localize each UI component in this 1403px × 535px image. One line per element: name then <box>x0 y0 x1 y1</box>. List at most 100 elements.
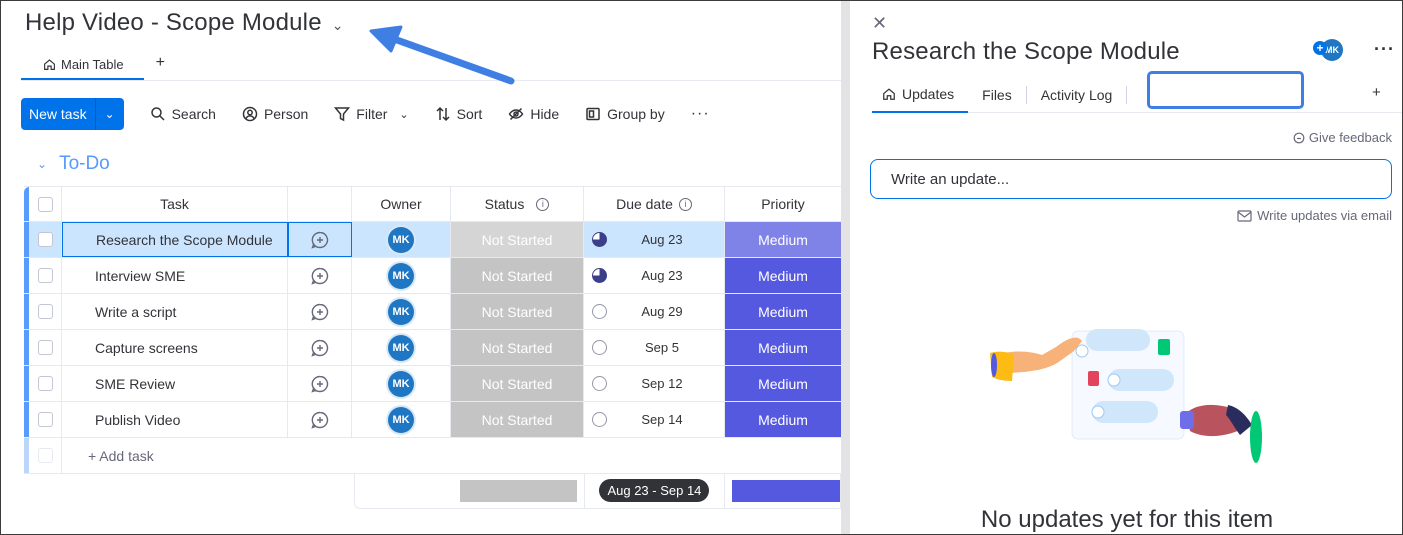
add-update-button[interactable] <box>288 294 352 329</box>
checkbox[interactable] <box>37 304 53 319</box>
chevron-down-icon[interactable]: ⌄ <box>332 17 344 34</box>
avatar[interactable]: MK <box>388 226 414 253</box>
task-name[interactable]: Interview SME <box>62 258 288 293</box>
add-tab-button[interactable]: + <box>1372 84 1381 101</box>
due-date-cell[interactable]: Sep 5 <box>584 330 725 365</box>
column-header-priority[interactable]: Priority <box>725 187 841 221</box>
add-update-button[interactable] <box>288 258 352 293</box>
task-name[interactable]: Capture screens <box>62 330 288 365</box>
add-task-input[interactable]: + Add task <box>62 438 836 473</box>
column-header-task[interactable]: Task <box>62 187 288 221</box>
chevron-down-icon[interactable]: ⌄ <box>399 108 408 121</box>
write-via-email-link[interactable]: Write updates via email <box>1237 208 1392 223</box>
column-header-status[interactable]: Status i <box>451 187 584 221</box>
priority-cell[interactable]: Medium <box>725 222 841 257</box>
table-row[interactable]: Interview SME MK Not Started Aug 23 Medi… <box>24 258 841 294</box>
priority-cell[interactable]: Medium <box>725 294 841 329</box>
status-label[interactable]: Not Started <box>451 330 583 365</box>
info-icon[interactable]: i <box>678 197 692 211</box>
table-row[interactable]: Publish Video MK Not Started Sep 14 Medi… <box>24 402 841 438</box>
tab-activity-log[interactable]: Activity Log <box>1027 77 1127 113</box>
due-date-cell[interactable]: Sep 12 <box>584 366 725 401</box>
give-feedback-link[interactable]: Give feedback <box>1293 130 1392 145</box>
tab-updates[interactable]: Updates <box>872 77 969 113</box>
priority-cell[interactable]: Medium <box>725 330 841 365</box>
priority-label[interactable]: Medium <box>725 402 841 437</box>
add-view-button[interactable]: + <box>144 54 165 80</box>
status-label[interactable]: Not Started <box>451 222 583 257</box>
close-icon[interactable]: ✕ <box>872 13 887 34</box>
due-date-cell[interactable]: Aug 23 <box>584 258 725 293</box>
avatar[interactable]: MK <box>388 262 414 289</box>
person-filter-button[interactable]: Person <box>242 106 308 122</box>
more-options-icon[interactable]: ··· <box>1374 39 1395 60</box>
new-task-button[interactable]: New task ⌄ <box>21 98 124 130</box>
chevron-down-icon[interactable]: ⌄ <box>96 98 124 130</box>
task-name[interactable]: Publish Video <box>62 402 288 437</box>
priority-label[interactable]: Medium <box>725 294 841 329</box>
table-row[interactable]: Write a script MK Not Started Aug 29 Med… <box>24 294 841 330</box>
priority-label[interactable]: Medium <box>725 330 841 365</box>
checkbox[interactable] <box>37 196 53 212</box>
due-date-cell[interactable]: Sep 14 <box>584 402 725 437</box>
owner-cell[interactable]: MK <box>352 222 451 257</box>
priority-label[interactable]: Medium <box>725 222 841 257</box>
status-label[interactable]: Not Started <box>451 402 583 437</box>
priority-summary[interactable] <box>725 473 841 509</box>
avatar[interactable]: MK <box>388 298 414 325</box>
group-by-button[interactable]: Group by <box>585 106 665 122</box>
table-row[interactable]: Capture screens MK Not Started Sep 5 Med… <box>24 330 841 366</box>
status-label[interactable]: Not Started <box>451 258 583 293</box>
avatar[interactable]: MK <box>388 370 414 397</box>
add-update-button[interactable] <box>288 330 352 365</box>
select-all-checkbox-cell[interactable] <box>29 187 62 221</box>
row-checkbox-cell[interactable] <box>29 330 62 365</box>
status-cell[interactable]: Not Started <box>451 402 584 437</box>
status-cell[interactable]: Not Started <box>451 258 584 293</box>
row-checkbox-cell[interactable] <box>29 258 62 293</box>
checkbox[interactable] <box>37 268 53 283</box>
column-header-due-date[interactable]: Due date i <box>584 187 725 221</box>
status-label[interactable]: Not Started <box>451 366 583 401</box>
hide-button[interactable]: Hide <box>508 106 559 122</box>
new-task-label[interactable]: New task <box>21 98 96 130</box>
avatar[interactable]: MK <box>388 334 414 361</box>
checkbox[interactable] <box>37 412 53 427</box>
task-name[interactable]: Research the Scope Module <box>62 222 288 257</box>
group-name[interactable]: To-Do <box>59 153 110 175</box>
subscribers-button[interactable]: + MK <box>1313 39 1345 61</box>
table-row[interactable]: Research the Scope Module MK Not Started… <box>24 222 841 258</box>
tab-files[interactable]: Files <box>968 77 1026 113</box>
due-date-cell[interactable]: Aug 29 <box>584 294 725 329</box>
update-input[interactable]: Write an update... <box>870 159 1392 199</box>
more-options-icon[interactable]: ··· <box>691 105 710 123</box>
item-title[interactable]: Research the Scope Module <box>872 38 1180 66</box>
group-header[interactable]: ⌄ To-Do <box>37 153 110 175</box>
avatar[interactable]: MK <box>388 406 414 433</box>
row-checkbox-cell[interactable] <box>29 294 62 329</box>
add-task-row[interactable]: + Add task <box>24 438 841 474</box>
status-summary[interactable] <box>453 472 585 509</box>
priority-label[interactable]: Medium <box>725 258 841 293</box>
board-title[interactable]: Help Video - Scope Module ⌄ <box>25 9 343 37</box>
search-button[interactable]: Search <box>150 106 216 122</box>
column-header-owner[interactable]: Owner <box>352 187 451 221</box>
add-update-button[interactable] <box>288 366 352 401</box>
status-label[interactable]: Not Started <box>451 294 583 329</box>
priority-cell[interactable]: Medium <box>725 258 841 293</box>
task-name[interactable]: Write a script <box>62 294 288 329</box>
checkbox[interactable] <box>37 376 53 391</box>
status-cell[interactable]: Not Started <box>451 330 584 365</box>
row-checkbox-cell[interactable] <box>29 222 62 257</box>
owner-cell[interactable]: MK <box>352 330 451 365</box>
priority-cell[interactable]: Medium <box>725 366 841 401</box>
row-checkbox-cell[interactable] <box>29 402 62 437</box>
panel-resize-handle[interactable] <box>841 1 850 534</box>
due-date-summary[interactable]: Aug 23 - Sep 14 <box>585 472 725 509</box>
chevron-down-icon[interactable]: ⌄ <box>37 157 47 171</box>
tab-main-table[interactable]: Main Table <box>21 50 144 80</box>
owner-cell[interactable]: MK <box>352 402 451 437</box>
filter-button[interactable]: Filter ⌄ <box>334 106 409 122</box>
info-icon[interactable]: i <box>536 197 550 211</box>
priority-label[interactable]: Medium <box>725 366 841 401</box>
